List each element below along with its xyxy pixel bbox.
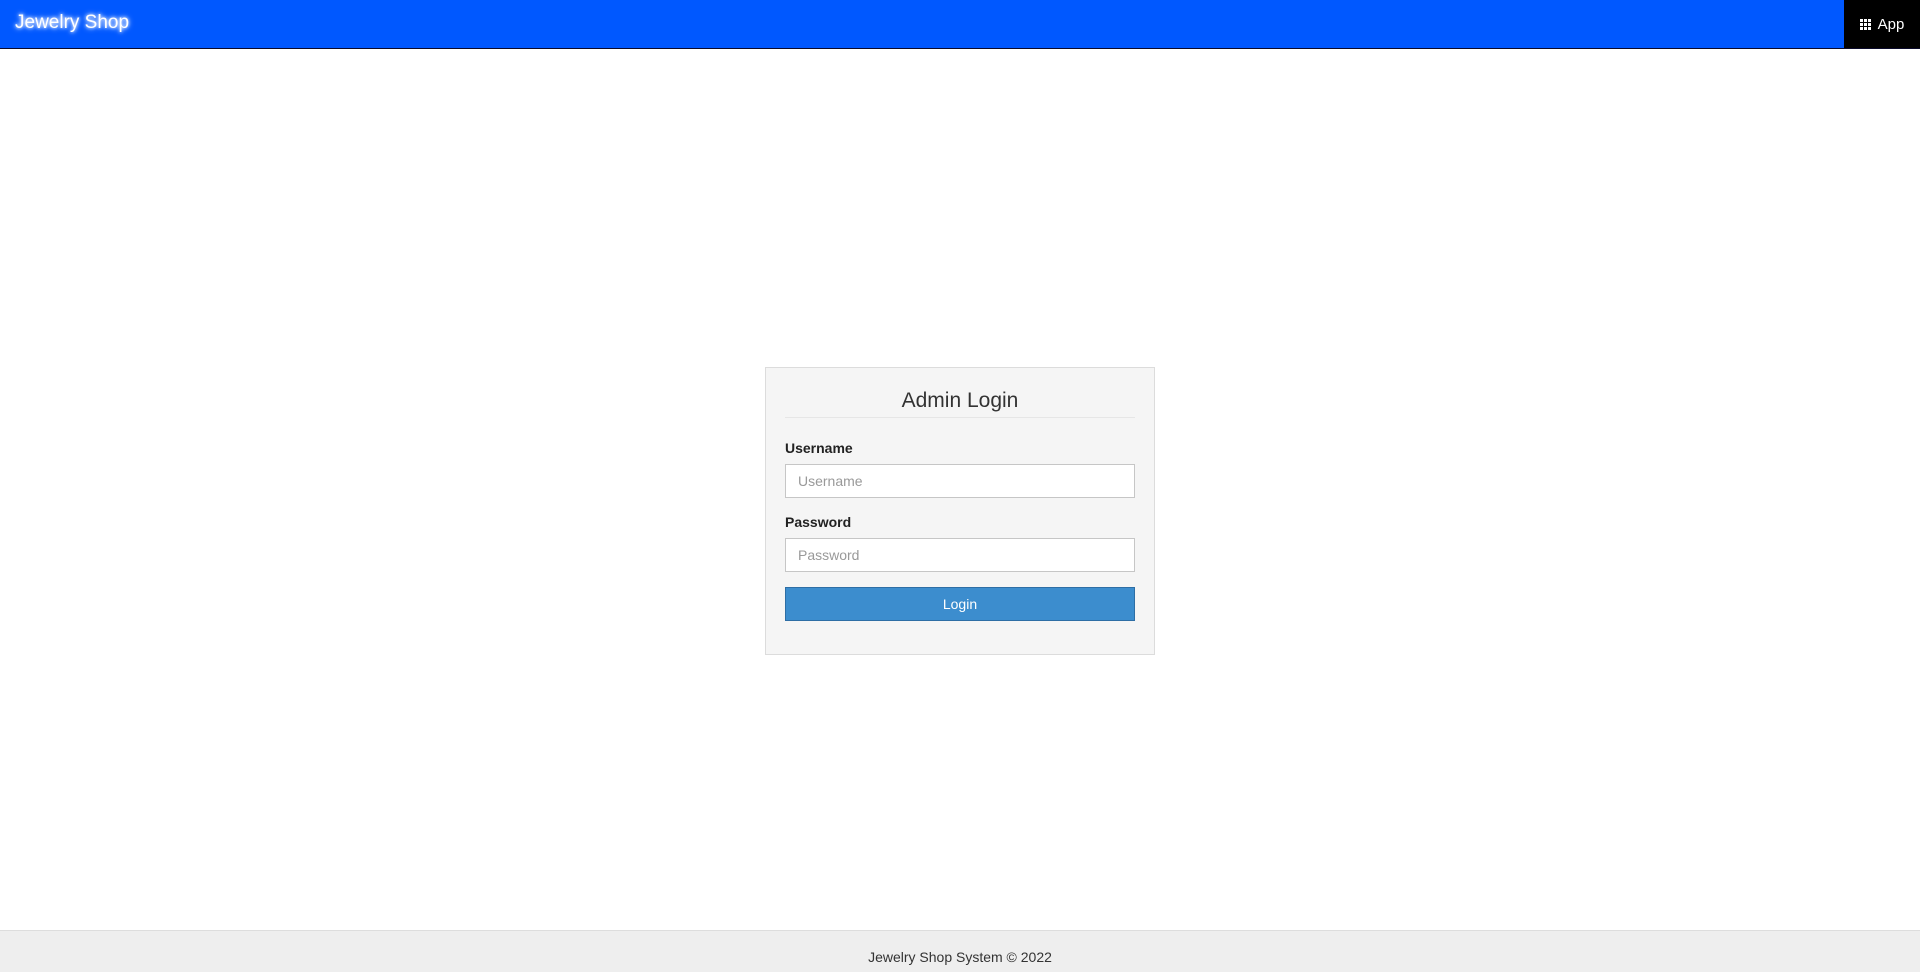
password-label: Password bbox=[785, 514, 852, 530]
footer: Jewelry Shop System © 2022 bbox=[0, 930, 1920, 972]
login-button[interactable]: Login bbox=[785, 587, 1135, 621]
footer-text: Jewelry Shop System © 2022 bbox=[868, 949, 1052, 965]
app-menu-label: App bbox=[1877, 15, 1905, 33]
app-menu-button[interactable]: App bbox=[1844, 0, 1920, 48]
login-title: Admin Login bbox=[785, 368, 1135, 418]
username-input[interactable] bbox=[785, 464, 1135, 498]
password-input[interactable] bbox=[785, 538, 1135, 572]
brand-link[interactable]: Jewelry Shop bbox=[15, 12, 129, 34]
username-label: Username bbox=[785, 440, 853, 456]
grid-icon bbox=[1859, 18, 1871, 30]
top-navbar: Jewelry Shop App bbox=[0, 0, 1920, 49]
login-panel: Admin Login Username Password Login bbox=[765, 367, 1155, 655]
